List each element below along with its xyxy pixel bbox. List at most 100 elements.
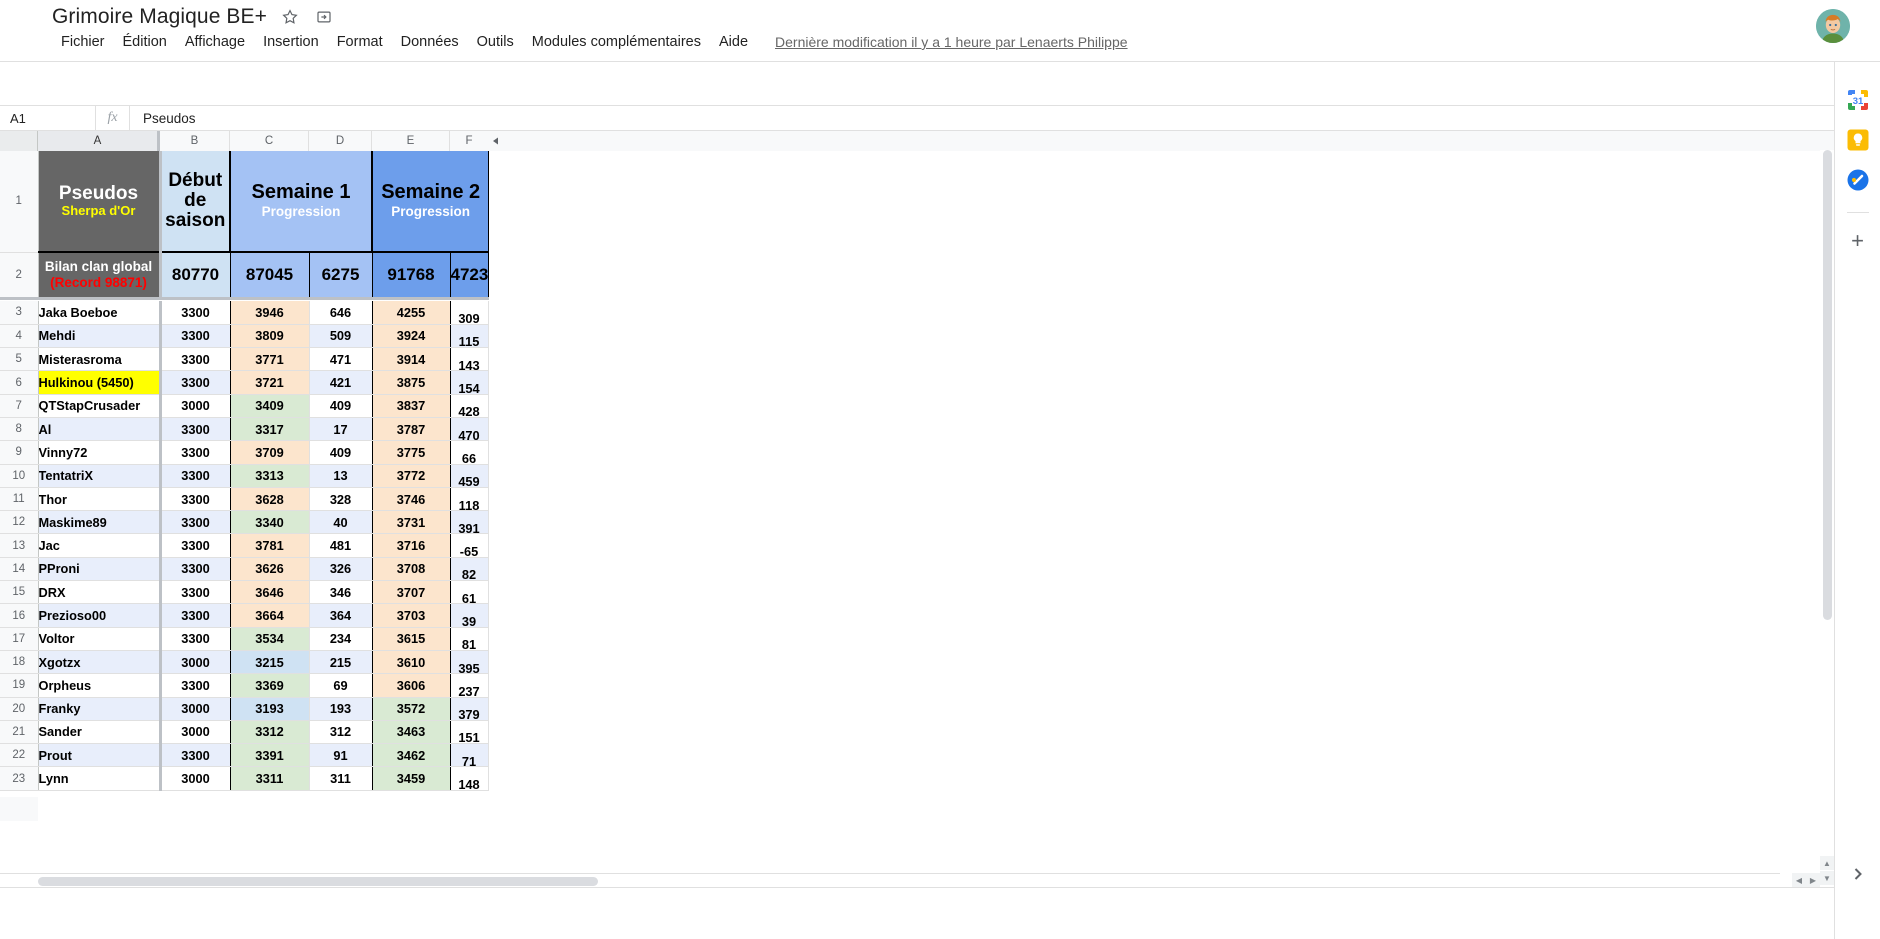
cell-pseudo[interactable]: Lynn bbox=[38, 767, 160, 790]
cell-semaine1-score[interactable]: 3709 bbox=[230, 441, 309, 464]
horizontal-scrollbar[interactable] bbox=[0, 873, 1780, 887]
row-number[interactable]: 4 bbox=[0, 324, 38, 347]
cell-semaine1-progression[interactable]: 471 bbox=[309, 348, 372, 371]
cell-semaine2-score[interactable]: 3914 bbox=[372, 348, 450, 371]
row-number[interactable]: 16 bbox=[0, 604, 38, 627]
cell-semaine1-score[interactable]: 3646 bbox=[230, 581, 309, 604]
cell-f2-total[interactable]: 4723 bbox=[450, 252, 489, 298]
row-number[interactable]: 19 bbox=[0, 674, 38, 697]
cell-semaine2-progression[interactable]: 154 bbox=[450, 371, 488, 394]
cell-pseudo[interactable]: Jaka Boeboe bbox=[38, 301, 160, 324]
cell-semaine1-progression[interactable]: 69 bbox=[309, 674, 372, 697]
cell-semaine2-score[interactable]: 3837 bbox=[372, 394, 450, 417]
row-number[interactable]: 7 bbox=[0, 394, 38, 417]
cell-semaine2-progression[interactable]: 459 bbox=[450, 464, 488, 487]
cell-semaine2-progression[interactable]: 470 bbox=[450, 417, 488, 440]
add-addon-button[interactable]: + bbox=[1846, 229, 1870, 253]
cell-semaine2-score[interactable]: 3707 bbox=[372, 581, 450, 604]
cell-semaine2-score[interactable]: 3746 bbox=[372, 487, 450, 510]
cell-semaine1-score[interactable]: 3193 bbox=[230, 697, 309, 720]
cell-semaine1-score[interactable]: 3626 bbox=[230, 557, 309, 580]
scroll-left-button[interactable]: ◀ bbox=[1792, 873, 1806, 887]
vertical-scrollbar-thumb[interactable] bbox=[1823, 150, 1832, 620]
cell-semaine2-score[interactable]: 3924 bbox=[372, 324, 450, 347]
cell-semaine1-progression[interactable]: 409 bbox=[309, 441, 372, 464]
last-modification-link[interactable]: Dernière modification il y a 1 heure par… bbox=[775, 34, 1128, 50]
cell-semaine1-progression[interactable]: 409 bbox=[309, 394, 372, 417]
cell-debut-saison[interactable]: 3300 bbox=[160, 627, 230, 650]
cell-a1-header[interactable]: Pseudos Sherpa d'Or bbox=[38, 151, 160, 252]
row-number[interactable]: 22 bbox=[0, 744, 38, 767]
cell-ef1-header-semaine2[interactable]: Semaine 2 Progression bbox=[372, 151, 489, 252]
cell-semaine2-progression[interactable]: -65 bbox=[450, 534, 488, 557]
column-header-f[interactable]: F bbox=[450, 131, 488, 151]
cell-debut-saison[interactable]: 3300 bbox=[160, 744, 230, 767]
row-number[interactable]: 6 bbox=[0, 371, 38, 394]
cell-debut-saison[interactable]: 3300 bbox=[160, 557, 230, 580]
row-number[interactable]: 20 bbox=[0, 697, 38, 720]
data-rows-viewport[interactable]: 3Jaka Boeboe3300394664642553094Mehdi3300… bbox=[0, 301, 1834, 887]
cell-semaine1-progression[interactable]: 193 bbox=[309, 697, 372, 720]
cell-pseudo[interactable]: PProni bbox=[38, 557, 160, 580]
cell-semaine2-progression[interactable]: 143 bbox=[450, 348, 488, 371]
scroll-up-button[interactable]: ▲ bbox=[1820, 856, 1834, 870]
cell-semaine2-progression[interactable]: 391 bbox=[450, 511, 488, 534]
cell-semaine2-progression[interactable]: 395 bbox=[450, 650, 488, 673]
cell-semaine2-score[interactable]: 4255 bbox=[372, 301, 450, 324]
cell-semaine1-score[interactable]: 3311 bbox=[230, 767, 309, 790]
cell-semaine1-score[interactable]: 3946 bbox=[230, 301, 309, 324]
menu-insertion[interactable]: Insertion bbox=[254, 31, 328, 53]
menu-affichage[interactable]: Affichage bbox=[176, 31, 254, 53]
cell-semaine2-score[interactable]: 3775 bbox=[372, 441, 450, 464]
avatar[interactable] bbox=[1816, 9, 1850, 43]
cell-semaine2-score[interactable]: 3708 bbox=[372, 557, 450, 580]
cell-pseudo[interactable]: Voltor bbox=[38, 627, 160, 650]
cell-debut-saison[interactable]: 3300 bbox=[160, 371, 230, 394]
cell-debut-saison[interactable]: 3300 bbox=[160, 581, 230, 604]
menu-donnees[interactable]: Données bbox=[392, 31, 468, 53]
row-number[interactable]: 5 bbox=[0, 348, 38, 371]
cell-debut-saison[interactable]: 3300 bbox=[160, 464, 230, 487]
cell-semaine2-progression[interactable]: 39 bbox=[450, 604, 488, 627]
cell-semaine2-score[interactable]: 3772 bbox=[372, 464, 450, 487]
cell-semaine1-score[interactable]: 3313 bbox=[230, 464, 309, 487]
row-number-1[interactable]: 1 bbox=[0, 151, 38, 252]
cell-semaine2-score[interactable]: 3716 bbox=[372, 534, 450, 557]
cell-semaine1-score[interactable]: 3369 bbox=[230, 674, 309, 697]
cell-pseudo[interactable]: Misterasroma bbox=[38, 348, 160, 371]
row-number[interactable]: 21 bbox=[0, 720, 38, 743]
cell-semaine1-score[interactable]: 3409 bbox=[230, 394, 309, 417]
calendar-icon[interactable]: 31 bbox=[1846, 88, 1870, 112]
cell-semaine1-progression[interactable]: 13 bbox=[309, 464, 372, 487]
cell-pseudo[interactable]: QTStapCrusader bbox=[38, 394, 160, 417]
cell-semaine1-progression[interactable]: 346 bbox=[309, 581, 372, 604]
column-header-d[interactable]: D bbox=[309, 131, 372, 151]
cell-e2-total[interactable]: 91768 bbox=[372, 252, 450, 298]
cell-semaine2-progression[interactable]: 237 bbox=[450, 674, 488, 697]
cell-pseudo[interactable]: Jac bbox=[38, 534, 160, 557]
cell-debut-saison[interactable]: 3300 bbox=[160, 604, 230, 627]
menu-format[interactable]: Format bbox=[328, 31, 392, 53]
cell-semaine1-progression[interactable]: 326 bbox=[309, 557, 372, 580]
cell-semaine2-score[interactable]: 3875 bbox=[372, 371, 450, 394]
cell-debut-saison[interactable]: 3000 bbox=[160, 720, 230, 743]
cell-semaine2-score[interactable]: 3606 bbox=[372, 674, 450, 697]
cell-semaine1-score[interactable]: 3628 bbox=[230, 487, 309, 510]
row-number[interactable]: 23 bbox=[0, 767, 38, 790]
cell-debut-saison[interactable]: 3000 bbox=[160, 767, 230, 790]
cell-semaine1-progression[interactable]: 421 bbox=[309, 371, 372, 394]
cell-semaine2-progression[interactable]: 82 bbox=[450, 557, 488, 580]
column-header-a[interactable]: A bbox=[38, 131, 160, 151]
cell-semaine2-score[interactable]: 3787 bbox=[372, 417, 450, 440]
scroll-down-button[interactable]: ▼ bbox=[1820, 871, 1834, 885]
cell-semaine1-progression[interactable]: 215 bbox=[309, 650, 372, 673]
cell-pseudo[interactable]: TentatriX bbox=[38, 464, 160, 487]
cell-debut-saison[interactable]: 3000 bbox=[160, 650, 230, 673]
row-number[interactable]: 15 bbox=[0, 581, 38, 604]
tasks-icon[interactable] bbox=[1846, 168, 1870, 192]
formula-input[interactable]: Pseudos bbox=[130, 105, 1866, 131]
row-number[interactable]: 13 bbox=[0, 534, 38, 557]
vertical-scrollbar[interactable] bbox=[1820, 150, 1834, 856]
cell-semaine1-progression[interactable]: 312 bbox=[309, 720, 372, 743]
collapse-group-left-icon[interactable] bbox=[488, 131, 504, 151]
